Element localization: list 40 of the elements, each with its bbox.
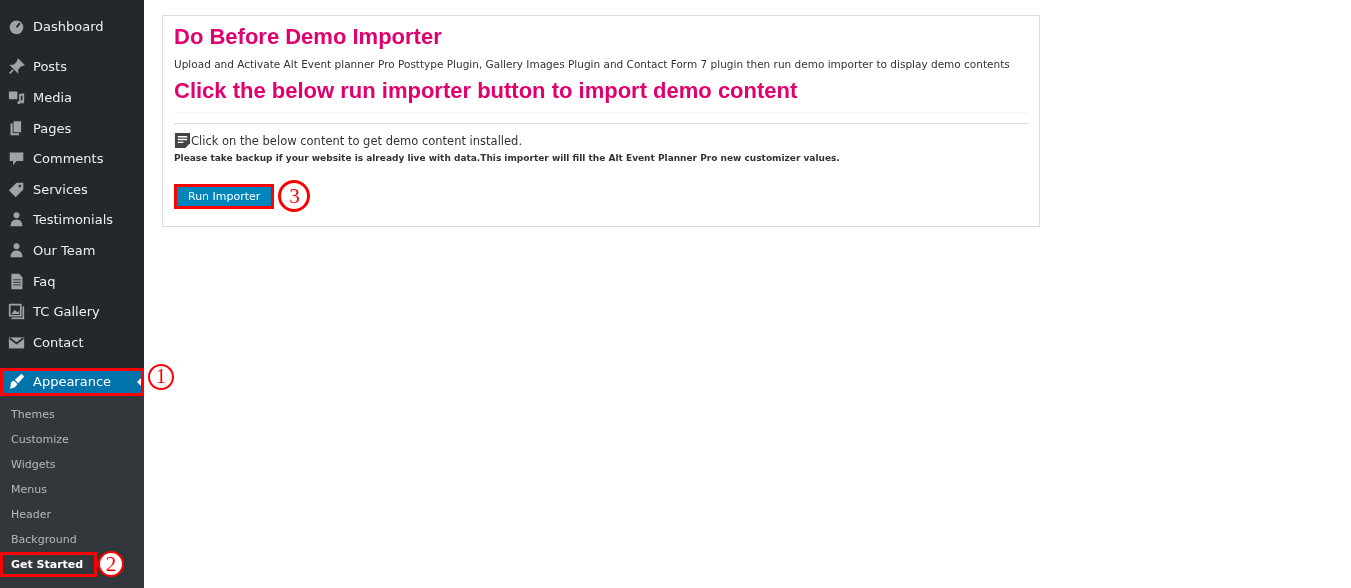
tag-icon (8, 180, 25, 198)
brush-icon (8, 373, 25, 391)
gallery-icon (8, 303, 25, 321)
sidebar-item[interactable]: Contact (0, 326, 144, 358)
sidebar-item[interactable]: TC Gallery (0, 296, 144, 327)
run-importer-button[interactable]: Run Importer (174, 183, 275, 209)
submenu-item[interactable]: Header (0, 501, 97, 527)
submenu-item[interactable]: Menus (0, 476, 97, 502)
submenu-item[interactable]: Background (0, 526, 97, 552)
person-icon (8, 211, 25, 229)
sidebar-item[interactable]: Pages (0, 112, 144, 144)
sidebar-item[interactable]: Faq (0, 265, 144, 297)
callout-number: 2 (98, 551, 124, 578)
comment-icon (8, 150, 25, 168)
submenu-item[interactable]: Themes (0, 401, 97, 427)
sidebar-item[interactable]: Our Team (0, 235, 144, 266)
callout-number: 1 (148, 363, 174, 390)
pin-icon (8, 58, 25, 76)
note-icon (174, 132, 191, 149)
callout-number: 3 (278, 180, 311, 212)
info-text: Click on the below content to get demo content installed. (191, 133, 523, 148)
selection-arrow-icon (137, 377, 141, 386)
sidebar-item[interactable]: Media (0, 82, 144, 113)
panel-title: Do Before Demo Importer (174, 24, 443, 50)
pages-icon (8, 119, 25, 137)
description-text: Upload and Activate Alt Event planner Pro Posttype Plugin, Gallery Images Plugin and Contact Form 7 plugin then run demo importer to display demo contents (174, 58, 1011, 70)
warning-text: Please take backup if your website is already live with data.This importer will fill the Alt Event Planner Pro new customizer values. (174, 153, 841, 163)
person-icon (8, 241, 25, 259)
submenu-item[interactable]: Get Started (0, 551, 97, 577)
document-icon (8, 272, 25, 290)
sidebar-item[interactable]: Testimonials (0, 204, 144, 236)
panel-subtitle: Click the below run importer button to import demo content (174, 78, 1028, 113)
sidebar-item[interactable]: Posts (0, 51, 144, 83)
sidebar-item[interactable]: Comments (0, 143, 144, 174)
submenu-item[interactable]: Widgets (0, 451, 97, 477)
sidebar-item[interactable]: Services (0, 173, 144, 205)
submenu-item[interactable]: Customize (0, 426, 97, 452)
sidebar-item[interactable]: Dashboard (0, 11, 144, 42)
media-icon (8, 89, 25, 106)
sidebar-item[interactable]: Appearance (0, 367, 144, 396)
